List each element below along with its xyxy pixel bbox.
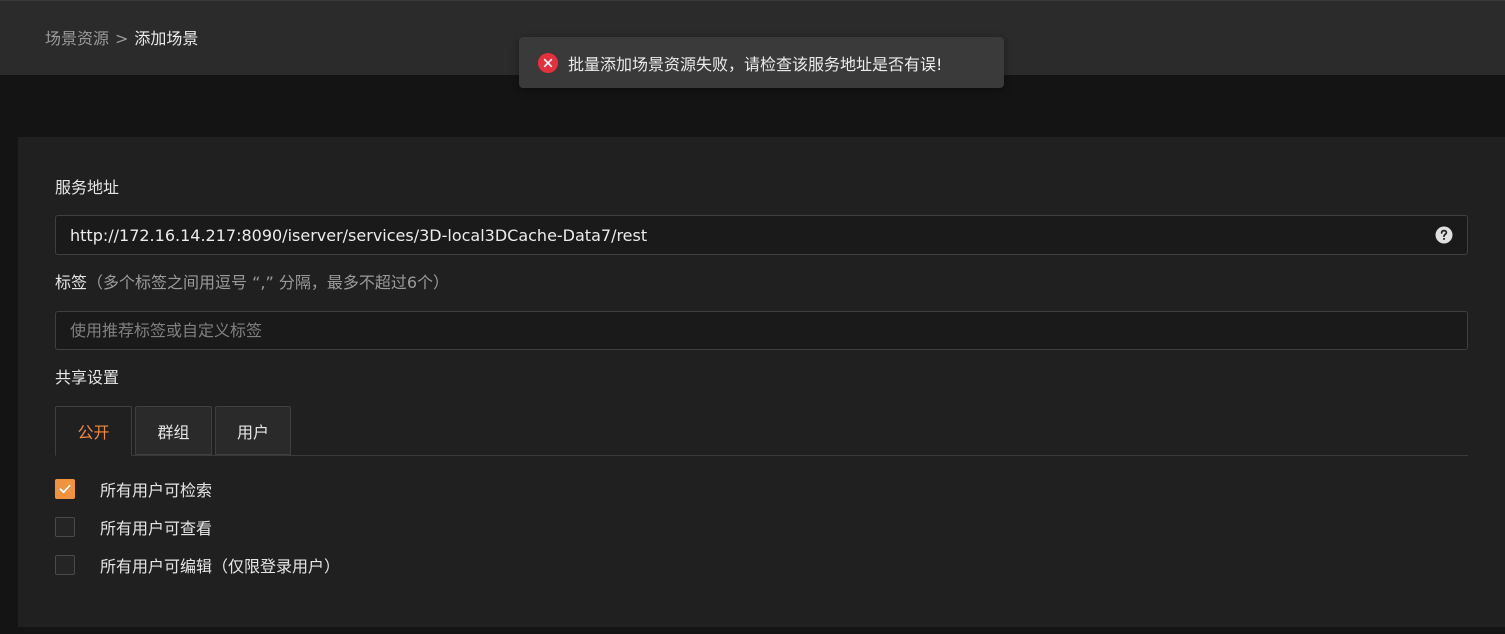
breadcrumb: 场景资源 > 添加场景 — [45, 28, 198, 50]
breadcrumb-separator: > — [115, 29, 129, 48]
toast-message: 批量添加场景资源失败，请检查该服务地址是否有误! — [568, 54, 943, 74]
tags-input[interactable] — [70, 321, 1453, 340]
search-permission-label: 所有用户可检索 — [100, 481, 213, 500]
sharing-tabs: 公开 群组 用户 — [55, 406, 1468, 456]
tab-users[interactable]: 用户 — [215, 406, 291, 455]
help-circle-icon[interactable] — [1435, 226, 1453, 244]
edit-permission-checkbox[interactable] — [55, 555, 75, 575]
service-address-label: 服务地址 — [55, 178, 120, 197]
service-address-input[interactable] — [70, 225, 1435, 245]
edit-permission-label: 所有用户可编辑（仅限登录用户） — [100, 557, 341, 576]
tags-label: 标签 — [55, 273, 88, 292]
tags-field[interactable] — [55, 311, 1468, 350]
tags-label-row: 标签（多个标签之间用逗号 “,” 分隔，最多不超过6个） — [55, 272, 449, 294]
tags-hint: （多个标签之间用逗号 “,” 分隔，最多不超过6个） — [87, 273, 450, 292]
error-toast: 批量添加场景资源失败，请检查该服务地址是否有误! — [519, 37, 1004, 88]
breadcrumb-scene-resources-link[interactable]: 场景资源 — [45, 29, 109, 48]
option-all-users-search[interactable]: 所有用户可检索 — [55, 478, 212, 500]
tab-groups[interactable]: 群组 — [135, 406, 212, 455]
sharing-settings-label: 共享设置 — [55, 368, 120, 387]
tab-public[interactable]: 公开 — [55, 406, 132, 456]
option-all-users-edit[interactable]: 所有用户可编辑（仅限登录用户） — [55, 554, 340, 576]
breadcrumb-current-page: 添加场景 — [134, 29, 199, 48]
checkmark-icon — [59, 484, 71, 494]
add-scene-form-panel: 服务地址 标签（多个标签之间用逗号 “,” 分隔，最多不超过6个） 共享设置 公… — [18, 137, 1505, 627]
search-permission-checkbox[interactable] — [55, 479, 75, 499]
view-permission-checkbox[interactable] — [55, 517, 75, 537]
service-address-field[interactable] — [55, 215, 1468, 255]
view-permission-label: 所有用户可查看 — [100, 519, 213, 538]
error-circle-icon — [538, 52, 558, 73]
option-all-users-view[interactable]: 所有用户可查看 — [55, 516, 212, 538]
